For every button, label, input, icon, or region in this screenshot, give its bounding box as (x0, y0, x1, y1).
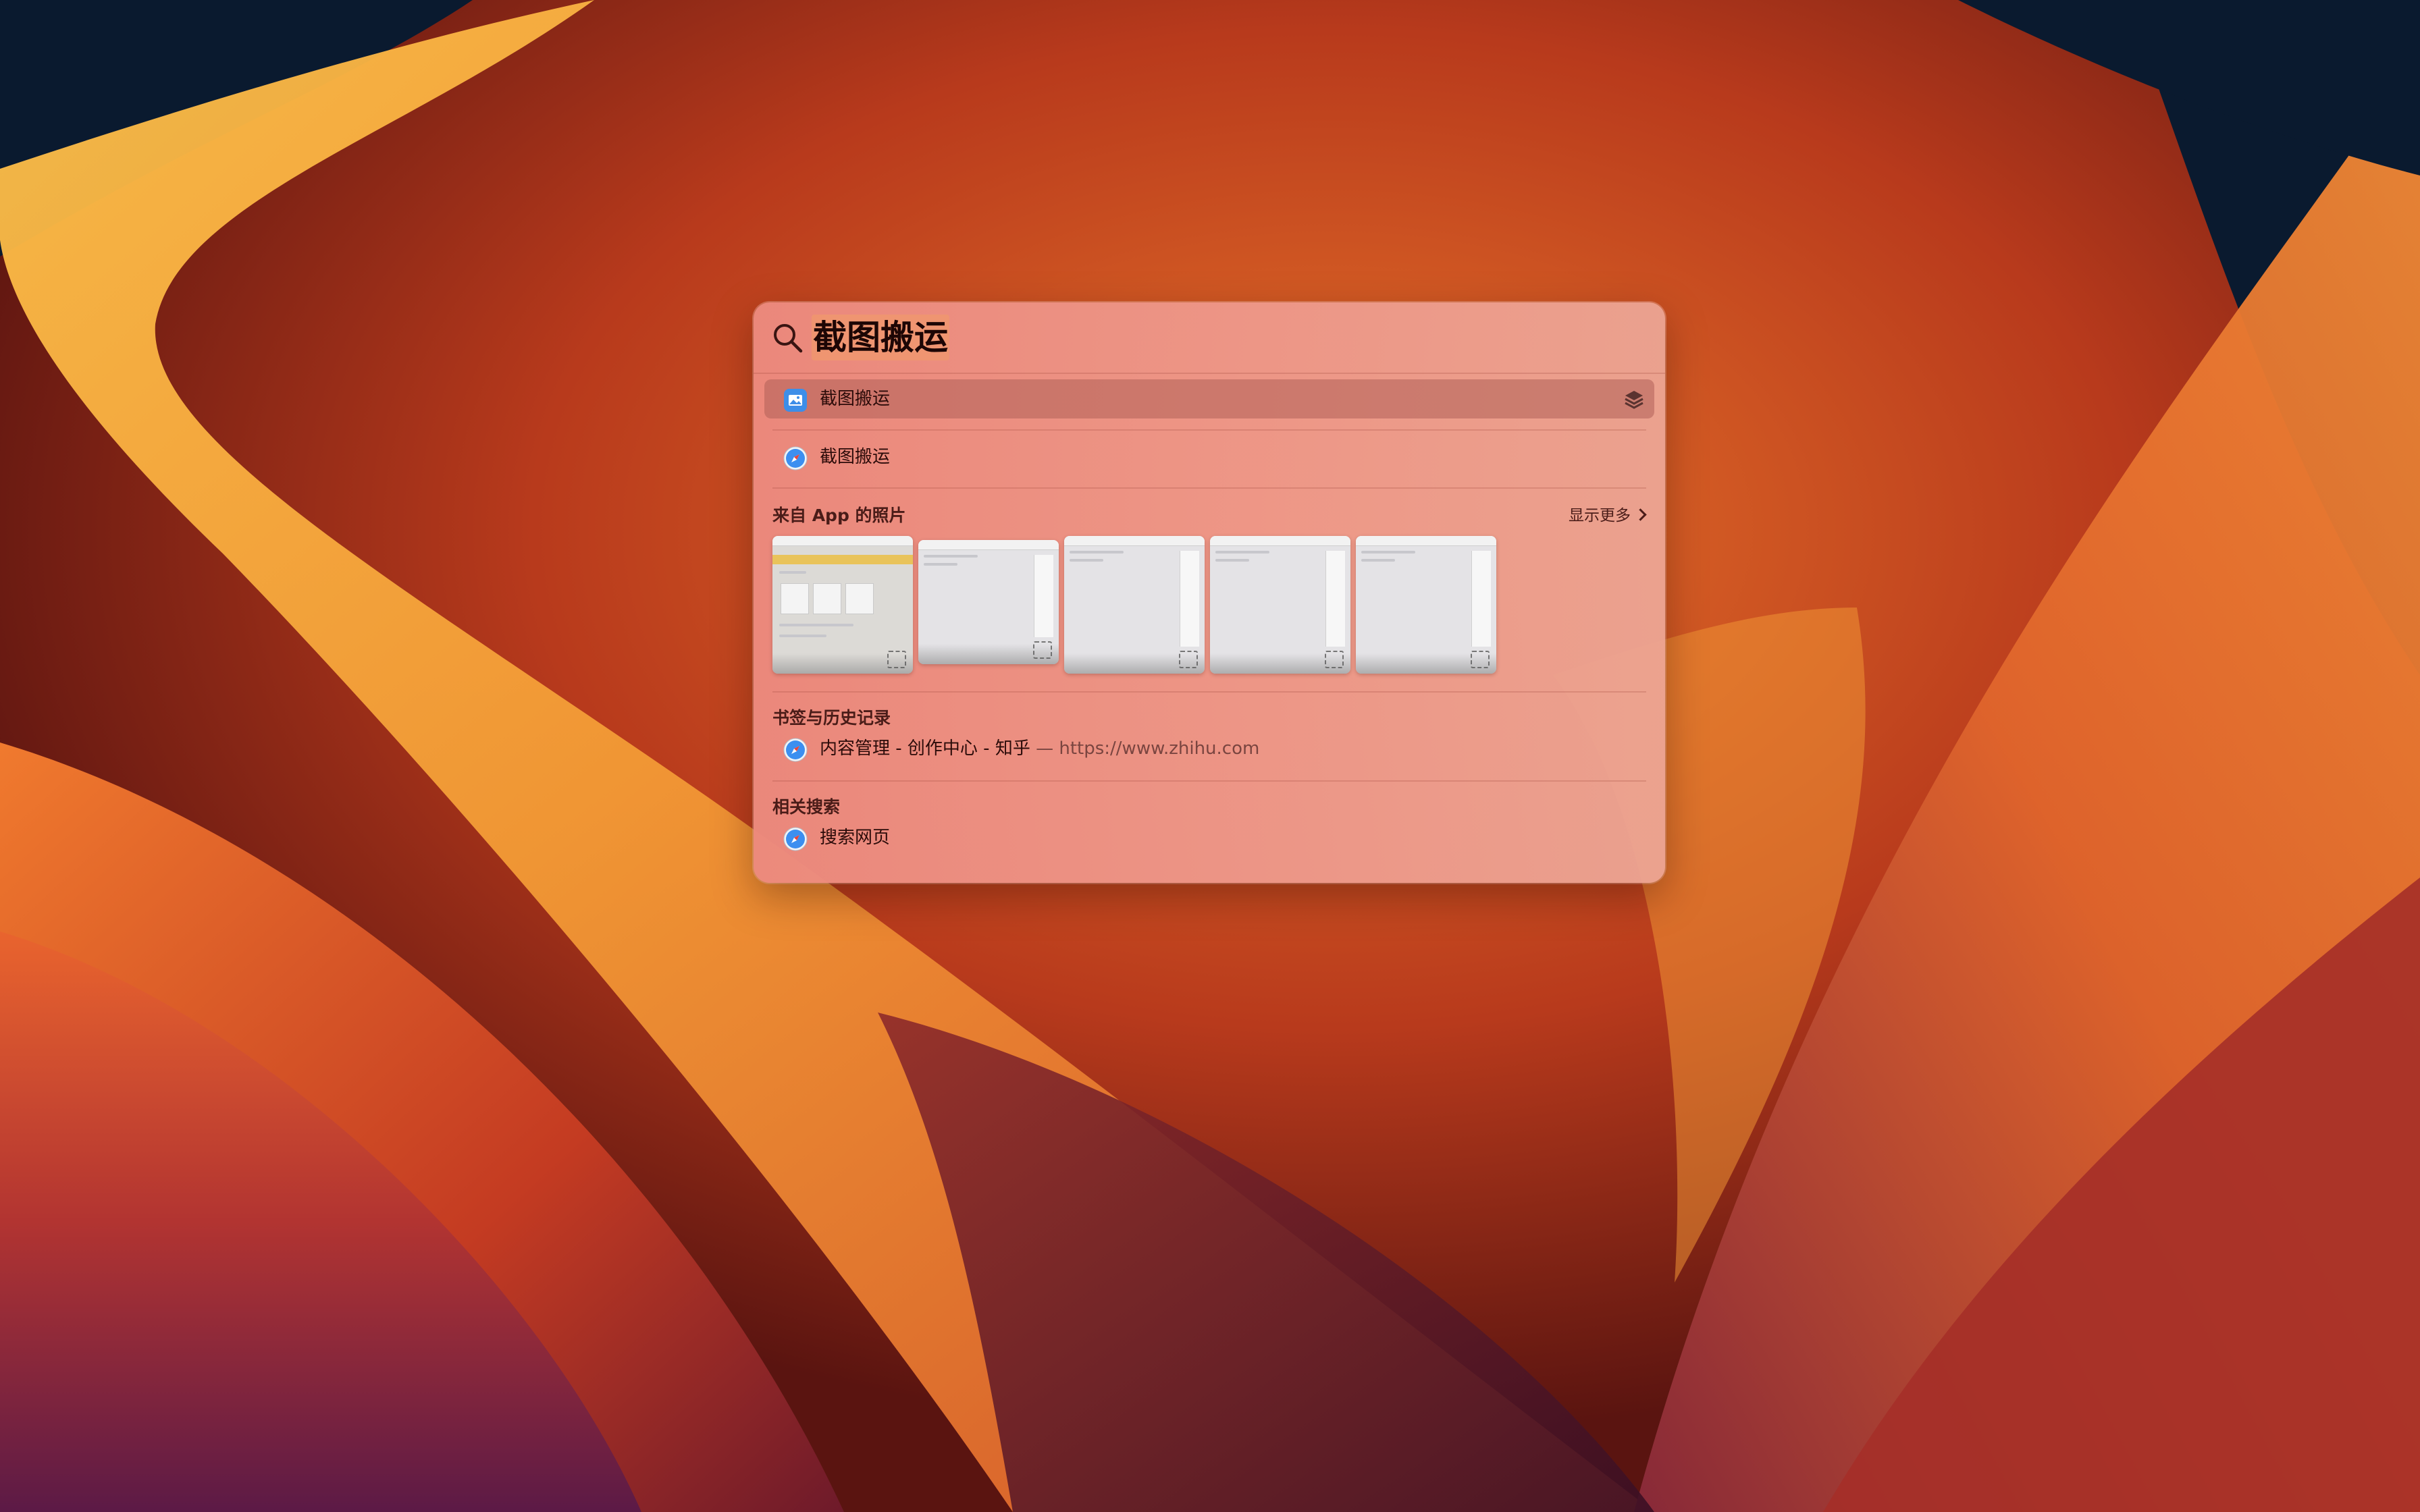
result-safari[interactable]: 截图搬运 (764, 437, 1654, 477)
screenshot-icon (887, 651, 906, 668)
thumbnail-line (1215, 551, 1269, 554)
thumbnail-sidebar (1471, 551, 1491, 647)
safari-icon (783, 827, 808, 851)
top-result-preview[interactable]: 截图搬运 (764, 379, 1654, 418)
spotlight-panel: 截图搬运 截图搬运 截图搬运 来自 App 的照片 显示更多 书签与历史记录 内… (754, 302, 1665, 883)
photo-thumbnail[interactable] (1210, 536, 1350, 674)
section-title-related: 相关搜索 (772, 797, 841, 817)
thumbnail-line (924, 563, 957, 566)
bookmark-title: 内容管理 - 创作中心 - 知乎 (820, 738, 1030, 759)
photo-thumbnail[interactable] (772, 536, 913, 674)
section-title-bookmarks: 书签与历史记录 (772, 708, 891, 728)
divider (772, 429, 1646, 431)
thumbnail-card (845, 583, 874, 614)
result-label: 截图搬运 (820, 447, 891, 467)
thumbnail-line (1215, 559, 1249, 562)
bookmark-label: 内容管理 - 创作中心 - 知乎 — https://www.zhihu.com (820, 729, 1259, 768)
spotlight-search-row: 截图搬运 (754, 302, 1665, 373)
thumbnail-line (779, 634, 826, 637)
result-label: 截图搬运 (820, 389, 891, 409)
related-search-label: 搜索网页 (820, 828, 891, 848)
thumbnail-line (1070, 551, 1124, 554)
screenshot-icon (1325, 651, 1344, 668)
preview-app-icon (784, 389, 807, 412)
show-more-label: 显示更多 (1569, 507, 1631, 524)
thumbnail-titlebar (1064, 536, 1205, 546)
stack-icon[interactable] (1623, 389, 1645, 410)
divider (772, 487, 1646, 489)
search-icon (774, 324, 803, 353)
bookmark-item[interactable]: 内容管理 - 创作中心 - 知乎 — https://www.zhihu.com (764, 729, 1654, 768)
thumbnail-titlebar (1210, 536, 1350, 546)
divider (772, 780, 1646, 782)
show-more-link[interactable]: 显示更多 (1569, 502, 1647, 525)
screenshot-icon (1179, 651, 1198, 668)
thumbnail-titlebar (1356, 536, 1496, 546)
bookmark-separator: — (1030, 738, 1059, 759)
spotlight-search-input[interactable]: 截图搬运 (812, 315, 949, 360)
chevron-right-icon (1634, 508, 1647, 521)
thumbnail-sidebar (1180, 551, 1199, 647)
bookmark-url: https://www.zhihu.com (1059, 738, 1260, 759)
thumbnail-titlebar (918, 540, 1059, 550)
screenshot-icon (1471, 651, 1490, 668)
photo-thumbnail[interactable] (918, 540, 1059, 664)
thumbnail-line (1361, 559, 1395, 562)
divider (754, 373, 1665, 374)
screenshot-icon (1033, 641, 1052, 659)
thumbnail-line (779, 624, 853, 626)
section-title-photos: 来自 App 的照片 (772, 506, 906, 525)
thumbnail-highlight (772, 555, 913, 564)
thumbnail-titlebar (772, 536, 913, 546)
thumbnail-line (1070, 559, 1103, 562)
safari-icon (783, 446, 808, 470)
thumbnail-sidebar (1034, 555, 1053, 637)
safari-icon (783, 738, 808, 762)
thumbnail-line (924, 555, 978, 558)
thumbnail-line (779, 571, 806, 574)
divider (772, 691, 1646, 693)
thumbnail-card (781, 583, 809, 614)
photo-thumbnail[interactable] (1356, 536, 1496, 674)
related-search-item[interactable]: 搜索网页 (764, 818, 1654, 857)
thumbnail-sidebar (1325, 551, 1345, 647)
thumbnail-card (813, 583, 841, 614)
photo-thumbnail[interactable] (1064, 536, 1205, 674)
thumbnail-line (1361, 551, 1415, 554)
